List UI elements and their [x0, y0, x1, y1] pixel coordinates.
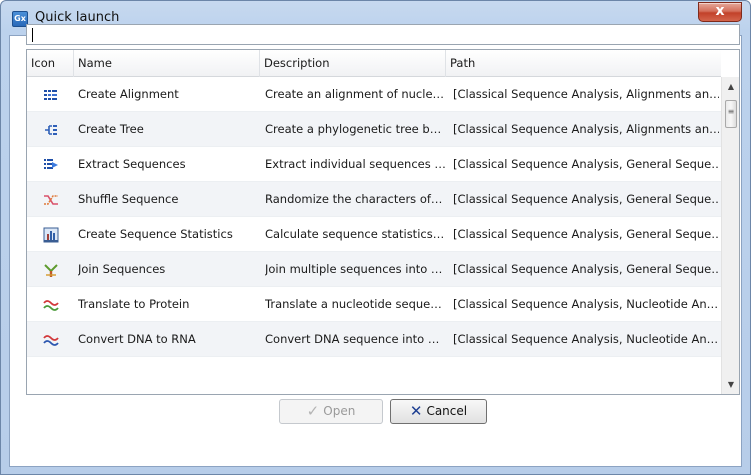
- row-description: Create a phylogenetic tree b…: [265, 122, 442, 136]
- alignment-icon: [27, 77, 74, 112]
- table-body: Create Alignment Create an alignment of …: [27, 77, 721, 357]
- cancel-button[interactable]: ✕ Cancel: [390, 399, 487, 424]
- row-path: [Classical Sequence Analysis, Nucleotide…: [453, 297, 719, 311]
- table-row[interactable]: Create Sequence Statistics Calculate seq…: [27, 217, 721, 252]
- table-row[interactable]: Convert DNA to RNA Convert DNA sequence …: [27, 322, 721, 357]
- column-header-description[interactable]: Description: [260, 50, 446, 77]
- row-path: [Classical Sequence Analysis, General Se…: [453, 227, 719, 241]
- cancel-button-label: Cancel: [426, 404, 468, 418]
- row-name: Shuffle Sequence: [78, 192, 179, 206]
- scroll-up-arrow-icon[interactable]: ▲: [722, 78, 739, 95]
- row-name: Create Alignment: [78, 87, 179, 101]
- open-button-label: Open: [323, 404, 356, 418]
- row-description: Extract individual sequences …: [265, 157, 446, 171]
- extract-sequences-icon: [27, 147, 74, 182]
- open-button[interactable]: ✓ Open: [279, 399, 383, 424]
- table-row[interactable]: Extract Sequences Extract individual seq…: [27, 147, 721, 182]
- row-description: Calculate sequence statistics…: [265, 227, 445, 241]
- tree-icon: [27, 112, 74, 147]
- quick-launch-dialog: Gx Quick launch x Icon Name Description …: [0, 0, 751, 475]
- text-caret: [32, 28, 33, 42]
- row-description: Convert DNA sequence into …: [265, 332, 440, 346]
- table-header: Icon Name Description Path: [27, 50, 721, 77]
- scroll-down-arrow-icon[interactable]: ▼: [722, 376, 739, 393]
- close-button[interactable]: x: [698, 2, 742, 22]
- row-name: Create Sequence Statistics: [78, 227, 233, 241]
- window-title: Quick launch: [35, 10, 120, 25]
- column-header-icon[interactable]: Icon: [27, 50, 74, 77]
- row-description: Translate a nucleotide seque…: [265, 297, 442, 311]
- row-name: Convert DNA to RNA: [78, 332, 196, 346]
- row-description: Randomize the characters of…: [265, 192, 443, 206]
- table-row[interactable]: Translate to Protein Translate a nucleot…: [27, 287, 721, 322]
- row-path: [Classical Sequence Analysis, Nucleotide…: [453, 332, 719, 346]
- statistics-icon: [27, 217, 74, 252]
- row-path: [Classical Sequence Analysis, General Se…: [453, 157, 719, 171]
- row-name: Extract Sequences: [78, 157, 186, 171]
- checkmark-icon: ✓: [306, 402, 320, 420]
- table-row[interactable]: Join Sequences Join multiple sequences i…: [27, 252, 721, 287]
- row-name: Translate to Protein: [78, 297, 190, 311]
- search-input[interactable]: [26, 24, 740, 45]
- row-description: Join multiple sequences into …: [265, 262, 443, 276]
- vertical-scrollbar[interactable]: ▲ ≡ ▼: [721, 77, 739, 394]
- results-table: Icon Name Description Path Create Alignm…: [26, 49, 740, 395]
- row-description: Create an alignment of nucle…: [265, 87, 445, 101]
- cross-icon: ✕: [409, 402, 423, 420]
- table-row[interactable]: Create Tree Create a phylogenetic tree b…: [27, 112, 721, 147]
- join-sequences-icon: [27, 252, 74, 287]
- translate-icon: [27, 287, 74, 322]
- dna-to-rna-icon: [27, 322, 74, 357]
- shuffle-icon: [27, 182, 74, 217]
- row-name: Join Sequences: [78, 262, 166, 276]
- scrollbar-thumb[interactable]: ≡: [725, 100, 737, 128]
- column-header-name[interactable]: Name: [74, 50, 260, 77]
- row-path: [Classical Sequence Analysis, Alignments…: [453, 122, 719, 136]
- column-header-path[interactable]: Path: [446, 50, 721, 77]
- table-row[interactable]: Shuffle Sequence Randomize the character…: [27, 182, 721, 217]
- row-path: [Classical Sequence Analysis, General Se…: [453, 192, 719, 206]
- row-name: Create Tree: [78, 122, 144, 136]
- row-path: [Classical Sequence Analysis, General Se…: [453, 262, 719, 276]
- row-path: [Classical Sequence Analysis, Alignments…: [453, 87, 719, 101]
- table-row[interactable]: Create Alignment Create an alignment of …: [27, 77, 721, 112]
